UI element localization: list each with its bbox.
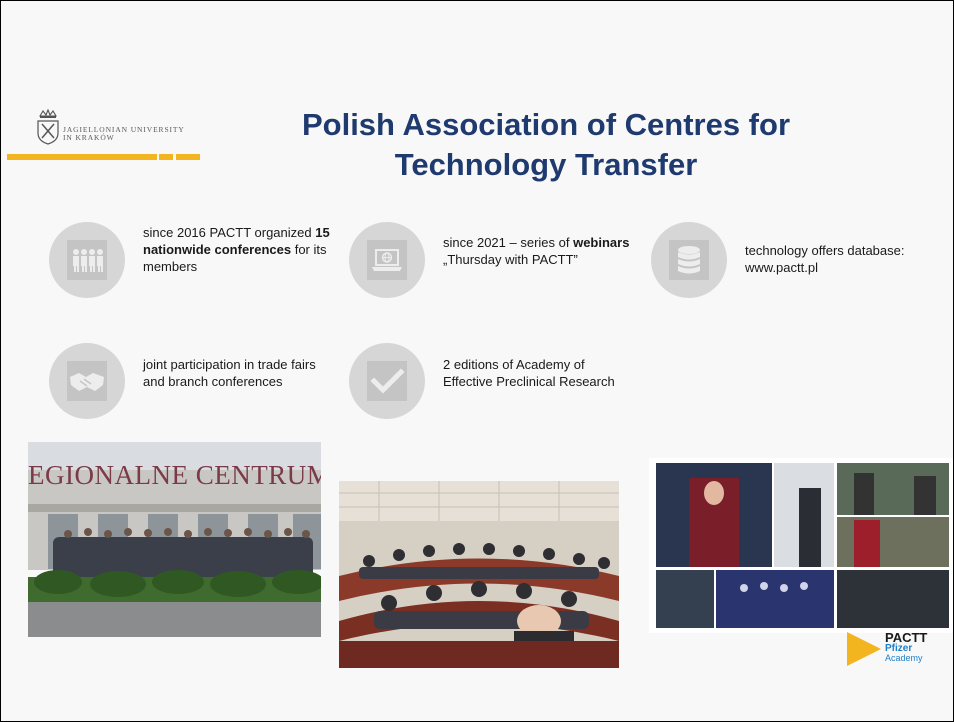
accent-bar <box>7 154 157 160</box>
pactt-logo-subtext2: Academy <box>885 653 923 663</box>
database-icon <box>678 246 700 274</box>
icon-circle <box>349 343 425 419</box>
photo-collage <box>649 458 953 633</box>
handshake-icon <box>70 373 104 391</box>
feature-text: since 2021 – series of webinars „Thursda… <box>443 235 630 267</box>
feature-text: joint participation in trade fairs and b… <box>143 357 316 389</box>
crest-icon <box>37 109 59 145</box>
icon-circle <box>651 222 727 298</box>
photo-group-building: EGIONALNE CENTRUM INNOWACY <box>28 442 321 637</box>
feature-text: technology offers database: www.pactt.pl <box>745 243 905 275</box>
feature-academy: 2 editions of Academy of Effective Precl… <box>349 343 639 433</box>
feature-trade-fairs: joint participation in trade fairs and b… <box>49 343 339 433</box>
title-line2: Technology Transfer <box>394 147 698 182</box>
university-logo: Jagiellonian University in Kraków <box>35 109 235 149</box>
icon-circle <box>49 222 125 298</box>
feature-database: technology offers database: www.pactt.pl <box>651 222 941 312</box>
icon-circle <box>49 343 125 419</box>
pactt-triangle-icon <box>847 632 881 666</box>
feature-conferences: since 2016 PACTT organized 15 nationwide… <box>49 222 339 312</box>
feature-text: 2 editions of Academy of Effective Precl… <box>443 357 615 389</box>
photo-conference-hall <box>339 481 619 668</box>
slide: Jagiellonian University in Kraków Polish… <box>0 0 954 722</box>
accent-bar-dash <box>159 154 173 160</box>
feature-text: since 2016 PACTT organized 15 nationwide… <box>143 225 330 274</box>
checkmark-icon <box>370 368 405 394</box>
university-name-line2: in Kraków <box>63 133 115 142</box>
accent-bar-dash <box>176 154 200 160</box>
icon-circle <box>349 222 425 298</box>
building-sign: EGIONALNE CENTRUM INNOWACY <box>28 460 321 490</box>
feature-webinars: since 2021 – series of webinars „Thursda… <box>349 222 639 312</box>
people-group-icon <box>73 249 103 272</box>
laptop-globe-icon <box>372 249 402 271</box>
page-title: Polish Association of Centres for Techno… <box>251 105 841 185</box>
pactt-logo: PACTT Pfizer Academy <box>847 631 947 668</box>
title-line1: Polish Association of Centres for <box>301 107 791 142</box>
